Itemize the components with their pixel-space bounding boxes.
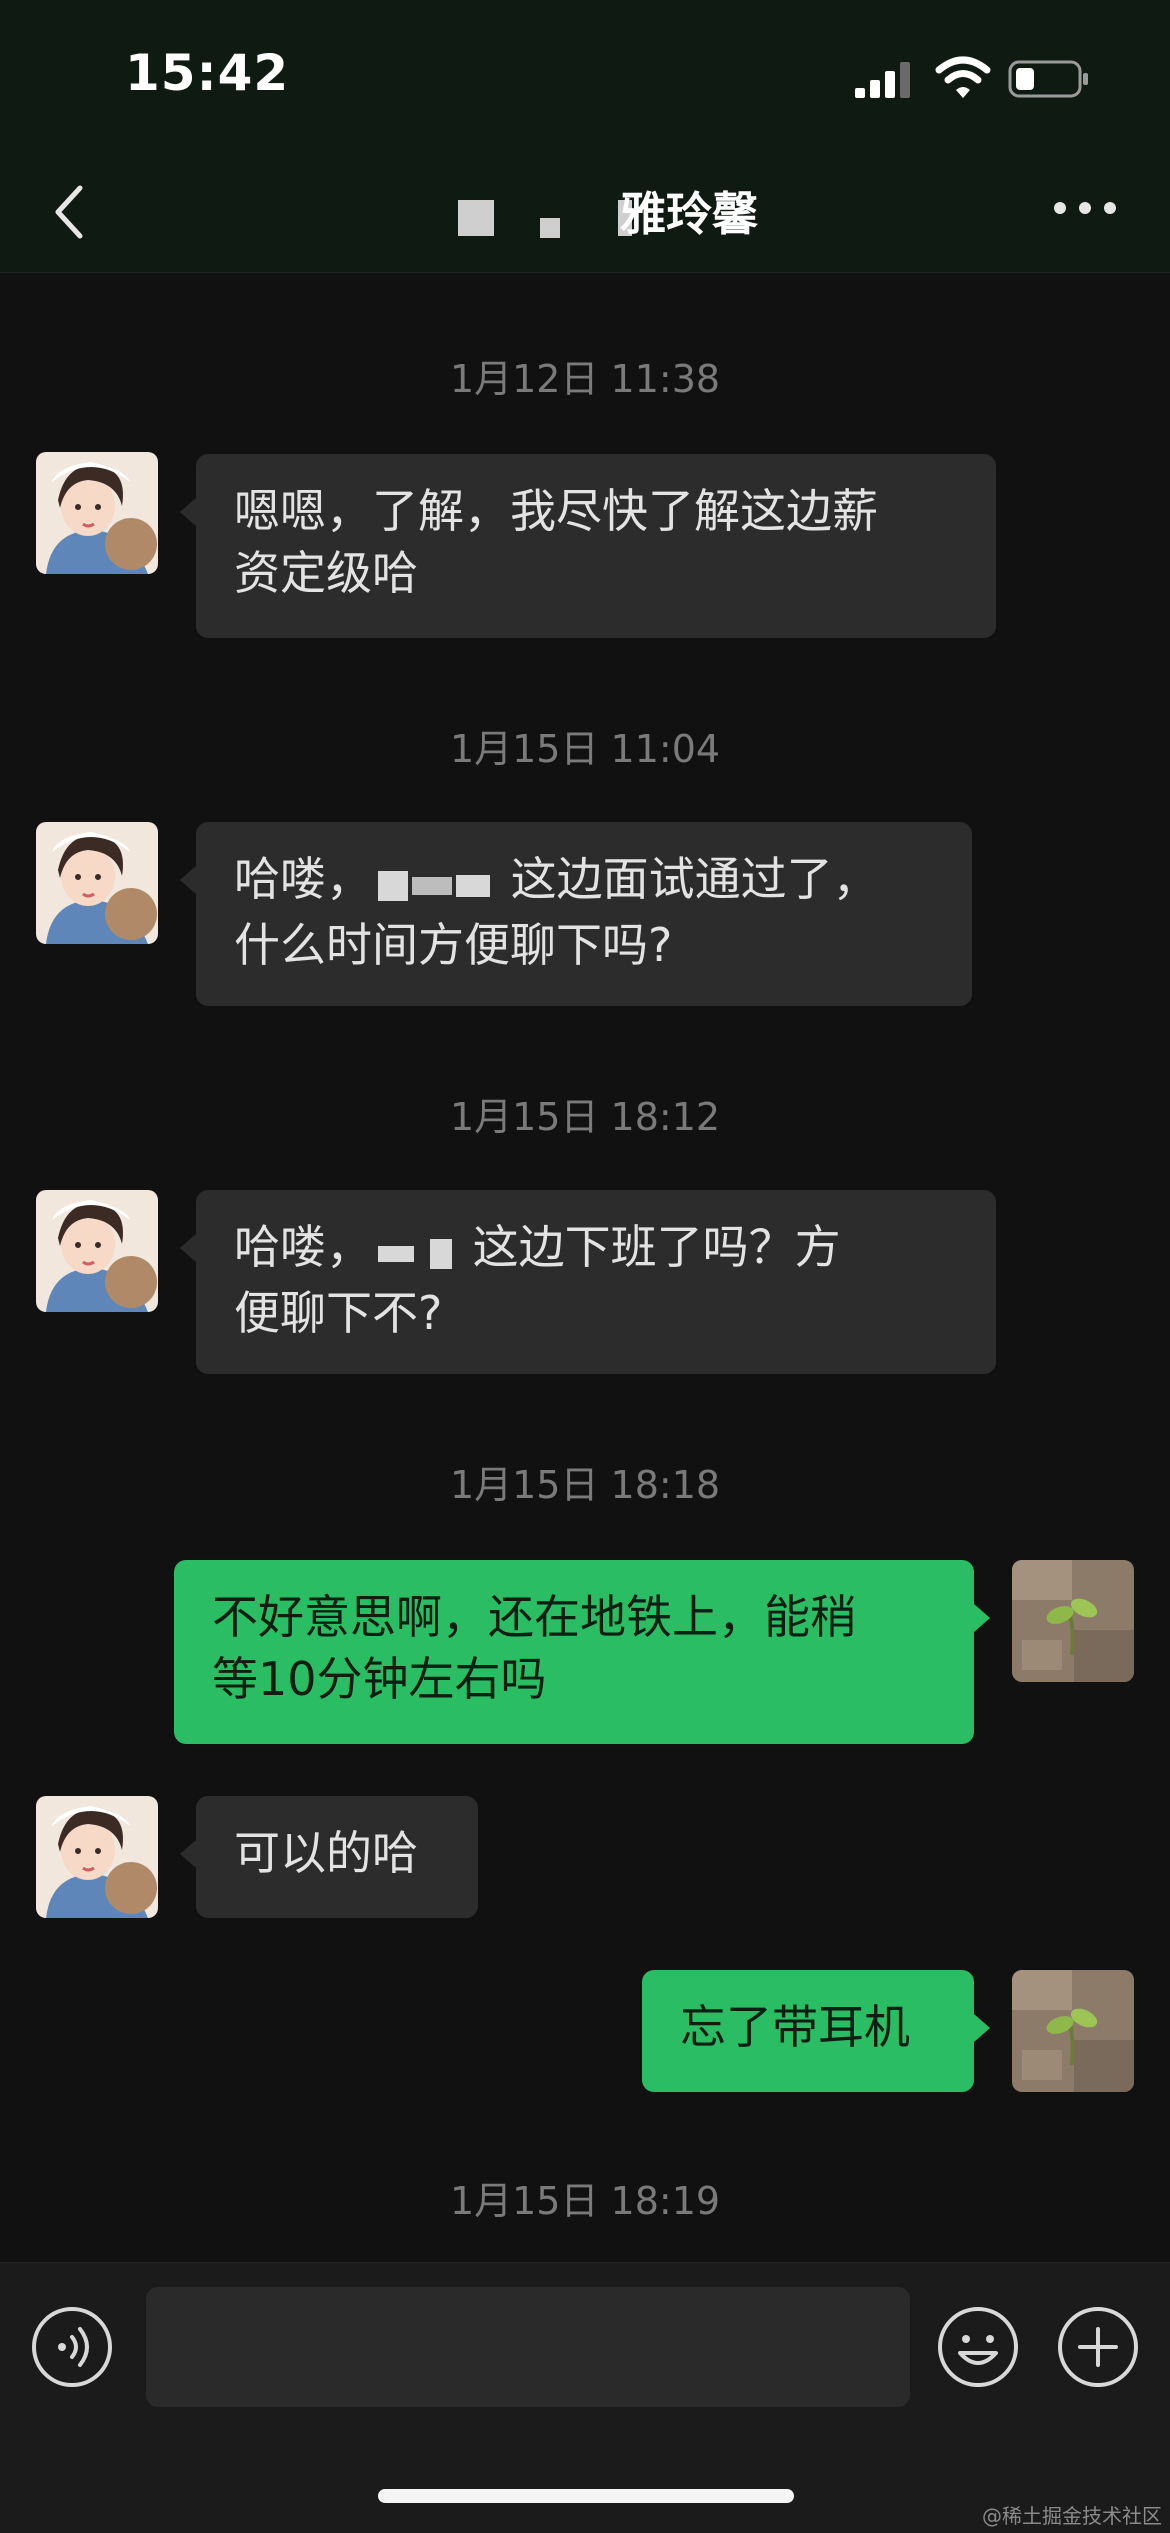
redacted-name xyxy=(378,1220,452,1282)
message-text: 忘了带耳机 xyxy=(680,2000,910,2054)
battery-icon xyxy=(1008,60,1088,98)
redacted-name xyxy=(378,852,490,914)
emoji-icon[interactable] xyxy=(936,2305,1020,2389)
user-avatar[interactable] xyxy=(1012,1560,1134,1682)
status-bar: 15:42 xyxy=(0,0,1170,150)
message-text: 可以的哈 xyxy=(234,1826,418,1880)
incoming-message[interactable]: 哈喽， 这边面试通过了， 什么时间方便聊下吗? xyxy=(180,822,972,1006)
home-indicator[interactable] xyxy=(378,2489,794,2503)
message-input[interactable] xyxy=(146,2287,910,2407)
chat-header: 雅玲馨 xyxy=(0,150,1170,273)
message-line: 哈喽， 这边面试通过了， xyxy=(234,848,934,914)
user-avatar[interactable] xyxy=(1012,1970,1134,2092)
chevron-left-icon[interactable] xyxy=(48,182,88,242)
watermark: @稀土掘金技术社区 xyxy=(982,2504,1162,2528)
message-text-line: 什么时间方便聊下吗? xyxy=(234,917,673,972)
message-timestamp: 1月15日 18:19 xyxy=(449,2179,721,2223)
contact-avatar[interactable] xyxy=(36,1190,158,1312)
more-dots-icon[interactable] xyxy=(1050,188,1120,228)
voice-icon[interactable] xyxy=(30,2305,114,2389)
contact-avatar[interactable] xyxy=(36,1796,158,1918)
chat-title: 雅玲馨 xyxy=(620,187,758,241)
incoming-message[interactable]: 嗯嗯，了解，我尽快了解这边薪 资定级哈 xyxy=(180,454,996,638)
contact-avatar[interactable] xyxy=(36,452,158,574)
message-text-line: 便聊下不? xyxy=(234,1285,443,1340)
message-text-line: 不好意思啊，还在地铁上，能稍 xyxy=(212,1590,856,1644)
incoming-message[interactable]: 哈喽， 这边下班了吗？方 便聊下不? xyxy=(180,1190,996,1374)
message-text-line: 资定级哈 xyxy=(234,546,418,600)
message-text: 这边下班了吗？方 xyxy=(472,1220,841,1274)
input-bar: @稀土掘金技术社区 xyxy=(0,2262,1170,2533)
redacted-name-block xyxy=(540,218,560,238)
message-text: 哈喽， xyxy=(234,852,372,906)
outgoing-message[interactable]: 忘了带耳机 xyxy=(642,1970,990,2092)
wifi-icon xyxy=(935,56,991,98)
message-text-line: 嗯嗯，了解，我尽快了解这边薪 xyxy=(234,484,878,538)
message-text: 哈喽， xyxy=(234,1220,372,1274)
redacted-name-block xyxy=(458,200,494,236)
message-timestamp: 1月15日 11:04 xyxy=(449,727,721,771)
signal-icon xyxy=(855,62,910,98)
incoming-message[interactable]: 可以的哈 xyxy=(180,1796,478,1918)
message-line: 哈喽， 这边下班了吗？方 xyxy=(234,1216,958,1282)
message-timestamp: 1月12日 11:38 xyxy=(449,357,721,401)
message-timestamp: 1月15日 18:12 xyxy=(449,1095,721,1139)
plus-icon[interactable] xyxy=(1056,2305,1140,2389)
message-text-line: 等10分钟左右吗 xyxy=(212,1652,547,1706)
message-text: 这边面试通过了， xyxy=(510,852,879,906)
message-timestamp: 1月15日 18:18 xyxy=(449,1463,721,1507)
contact-avatar[interactable] xyxy=(36,822,158,944)
status-time: 15:42 xyxy=(125,44,290,102)
outgoing-message[interactable]: 不好意思啊，还在地铁上，能稍 等10分钟左右吗 xyxy=(174,1560,990,1744)
